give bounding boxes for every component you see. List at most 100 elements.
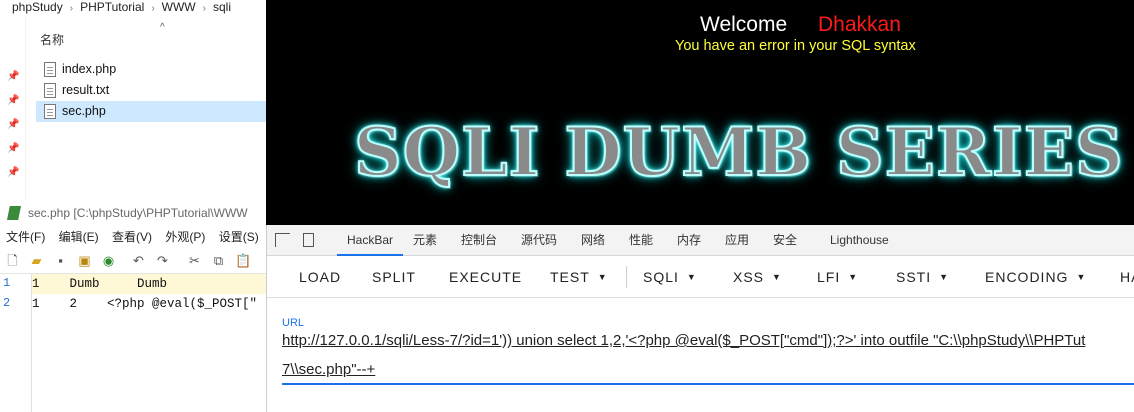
tab-sources[interactable]: 源代码	[521, 225, 557, 256]
load-button[interactable]: LOAD	[299, 257, 341, 297]
menu-edit[interactable]: 编辑(E)	[59, 230, 99, 244]
chevron-right-icon: ›	[69, 3, 74, 14]
file-item[interactable]: index.php	[36, 59, 266, 80]
tab-memory[interactable]: 内存	[677, 225, 701, 256]
column-header-name[interactable]: 名称	[40, 31, 64, 48]
caret-down-icon: ▼	[597, 272, 608, 282]
file-item[interactable]: sec.php	[36, 101, 266, 122]
button-label: EXECUTE	[449, 269, 523, 285]
caret-down-icon: ▼	[939, 272, 950, 282]
sqli-banner: SQLI DUMB SERIES	[353, 112, 1124, 192]
device-toolbar-icon[interactable]	[303, 233, 314, 247]
button-label: SSTI	[896, 269, 932, 285]
hash-dropdown[interactable]: HA	[1120, 257, 1134, 297]
paste-icon[interactable]: 📋	[235, 253, 251, 268]
devtools-tab-bar: HackBar 元素 控制台 源代码 网络 性能 内存 应用 安全 Lighth…	[267, 225, 1134, 256]
pin-icon[interactable]: 📌	[7, 96, 19, 106]
editor-toolbar: 🗋 ▰ ▪ ▣ ◉ ↶ ↷ ✂ ⧉ 📋	[0, 248, 266, 274]
menu-file[interactable]: 文件(F)	[6, 230, 45, 244]
devtools-panel: HackBar 元素 控制台 源代码 网络 性能 内存 应用 安全 Lighth…	[266, 225, 1134, 412]
button-label: LOAD	[299, 269, 342, 285]
menu-appearance[interactable]: 外观(P)	[165, 230, 205, 244]
pin-icon[interactable]: 📌	[7, 144, 19, 154]
open-folder-icon[interactable]: ▰	[29, 253, 44, 268]
web-page: Welcome Dhakkan You have an error in you…	[266, 0, 1134, 225]
pin-icon[interactable]: 📌	[7, 120, 19, 130]
tab-lighthouse[interactable]: Lighthouse	[830, 225, 889, 256]
welcome-text: Welcome	[700, 13, 788, 36]
breadcrumb-item[interactable]: phpStudy	[12, 0, 63, 14]
url-textarea-line[interactable]: http://127.0.0.1/sqli/Less-7/?id=1')) un…	[282, 332, 1085, 349]
inspect-element-icon[interactable]	[275, 233, 290, 247]
tab-security[interactable]: 安全	[773, 225, 797, 256]
editor-title-bar: sec.php [C:\phpStudy\PHPTutorial\WWW	[0, 200, 266, 226]
line-number: 1	[3, 276, 11, 290]
user-name: Dhakkan	[818, 13, 901, 36]
save-all-icon[interactable]: ▣	[77, 253, 92, 268]
caret-down-icon: ▼	[1076, 272, 1087, 282]
cut-icon[interactable]: ✂	[187, 253, 202, 268]
undo-icon[interactable]: ↶	[131, 253, 146, 268]
editor-logo-icon	[7, 206, 21, 220]
sort-chevron-icon[interactable]: ^	[160, 22, 165, 33]
save-icon[interactable]: ▪	[53, 253, 68, 268]
file-icon	[44, 104, 56, 119]
redo-icon[interactable]: ↷	[155, 253, 170, 268]
sqli-dropdown[interactable]: SQLI ▼	[643, 257, 697, 297]
new-file-icon[interactable]: 🗋	[5, 253, 20, 268]
button-label: SQLI	[643, 269, 679, 285]
caret-down-icon: ▼	[772, 272, 782, 282]
tab-elements[interactable]: 元素	[413, 225, 437, 256]
ssti-dropdown[interactable]: SSTI ▼	[896, 257, 949, 297]
file-item[interactable]: result.txt	[36, 80, 266, 101]
button-label: HA	[1120, 269, 1134, 285]
execute-button[interactable]: EXECUTE	[449, 257, 522, 297]
line-number: 2	[3, 296, 11, 310]
breadcrumb-item[interactable]: WWW	[162, 0, 196, 14]
editor-title: sec.php [C:\phpStudy\PHPTutorial\WWW	[28, 206, 248, 220]
chevron-right-icon: ›	[202, 3, 206, 14]
code-line[interactable]: 1 Dumb Dumb	[32, 274, 266, 294]
quick-access-pins: 📌 📌 📌 📌 📌	[0, 16, 26, 200]
tab-console[interactable]: 控制台	[461, 225, 497, 256]
text-editor-window: sec.php [C:\phpStudy\PHPTutorial\WWW 文件(…	[0, 200, 266, 412]
menu-view[interactable]: 查看(V)	[112, 230, 152, 244]
toolbar-divider	[626, 266, 627, 288]
pin-icon[interactable]: 📌	[7, 168, 19, 178]
lfi-dropdown[interactable]: LFI ▼	[817, 257, 858, 297]
file-explorer: phpStudy › PHPTutorial › WWW › sqli 📌 📌 📌 📌 📌 …	[0, 0, 266, 200]
button-label: TEST	[550, 269, 590, 285]
chevron-right-icon: ›	[151, 3, 155, 14]
test-dropdown[interactable]: TEST ▼	[550, 257, 608, 297]
pin-icon[interactable]: 📌	[7, 72, 19, 82]
button-label: SPLIT	[372, 269, 416, 285]
breadcrumb: phpStudy › PHPTutorial › WWW › sqli	[0, 0, 266, 16]
reload-icon[interactable]: ◉	[101, 253, 116, 268]
code-text: 1 2 <?php @eval($_POST["	[32, 297, 258, 311]
url-field-focus-underline	[282, 383, 1134, 385]
editor-menu-bar: 文件(F) 编辑(E) 查看(V) 外观(P) 设置(S)	[0, 226, 266, 248]
breadcrumb-item[interactable]: sqli	[213, 0, 231, 14]
split-button[interactable]: SPLIT	[372, 257, 416, 297]
xss-dropdown[interactable]: XSS ▼	[733, 257, 782, 297]
menu-settings[interactable]: 设置(S)	[219, 230, 259, 244]
url-label: URL	[282, 317, 305, 329]
code-line[interactable]: 1 2 <?php @eval($_POST["	[32, 294, 266, 314]
breadcrumb-item[interactable]: PHPTutorial	[80, 0, 144, 14]
tab-hackbar[interactable]: HackBar	[336, 225, 404, 256]
tab-application[interactable]: 应用	[725, 225, 749, 256]
hackbar-toolbar: LOAD SPLIT EXECUTE TEST ▼ SQLI ▼ XSS ▼ LFI ▼…	[267, 257, 1134, 297]
file-name: sec.php	[62, 104, 106, 118]
caret-down-icon: ▼	[848, 272, 859, 282]
file-name: index.php	[62, 62, 117, 76]
file-icon	[44, 83, 56, 98]
tab-network[interactable]: 网络	[581, 225, 605, 256]
line-number-gutter: 1 2	[0, 274, 32, 412]
tab-performance[interactable]: 性能	[629, 225, 653, 256]
divider	[267, 297, 1134, 298]
copy-icon[interactable]: ⧉	[211, 253, 226, 268]
button-label: LFI	[817, 269, 841, 285]
url-textarea-line[interactable]: 7\\sec.php"--+	[282, 361, 375, 378]
encoding-dropdown[interactable]: ENCODING ▼	[985, 257, 1086, 297]
file-icon	[44, 62, 56, 77]
